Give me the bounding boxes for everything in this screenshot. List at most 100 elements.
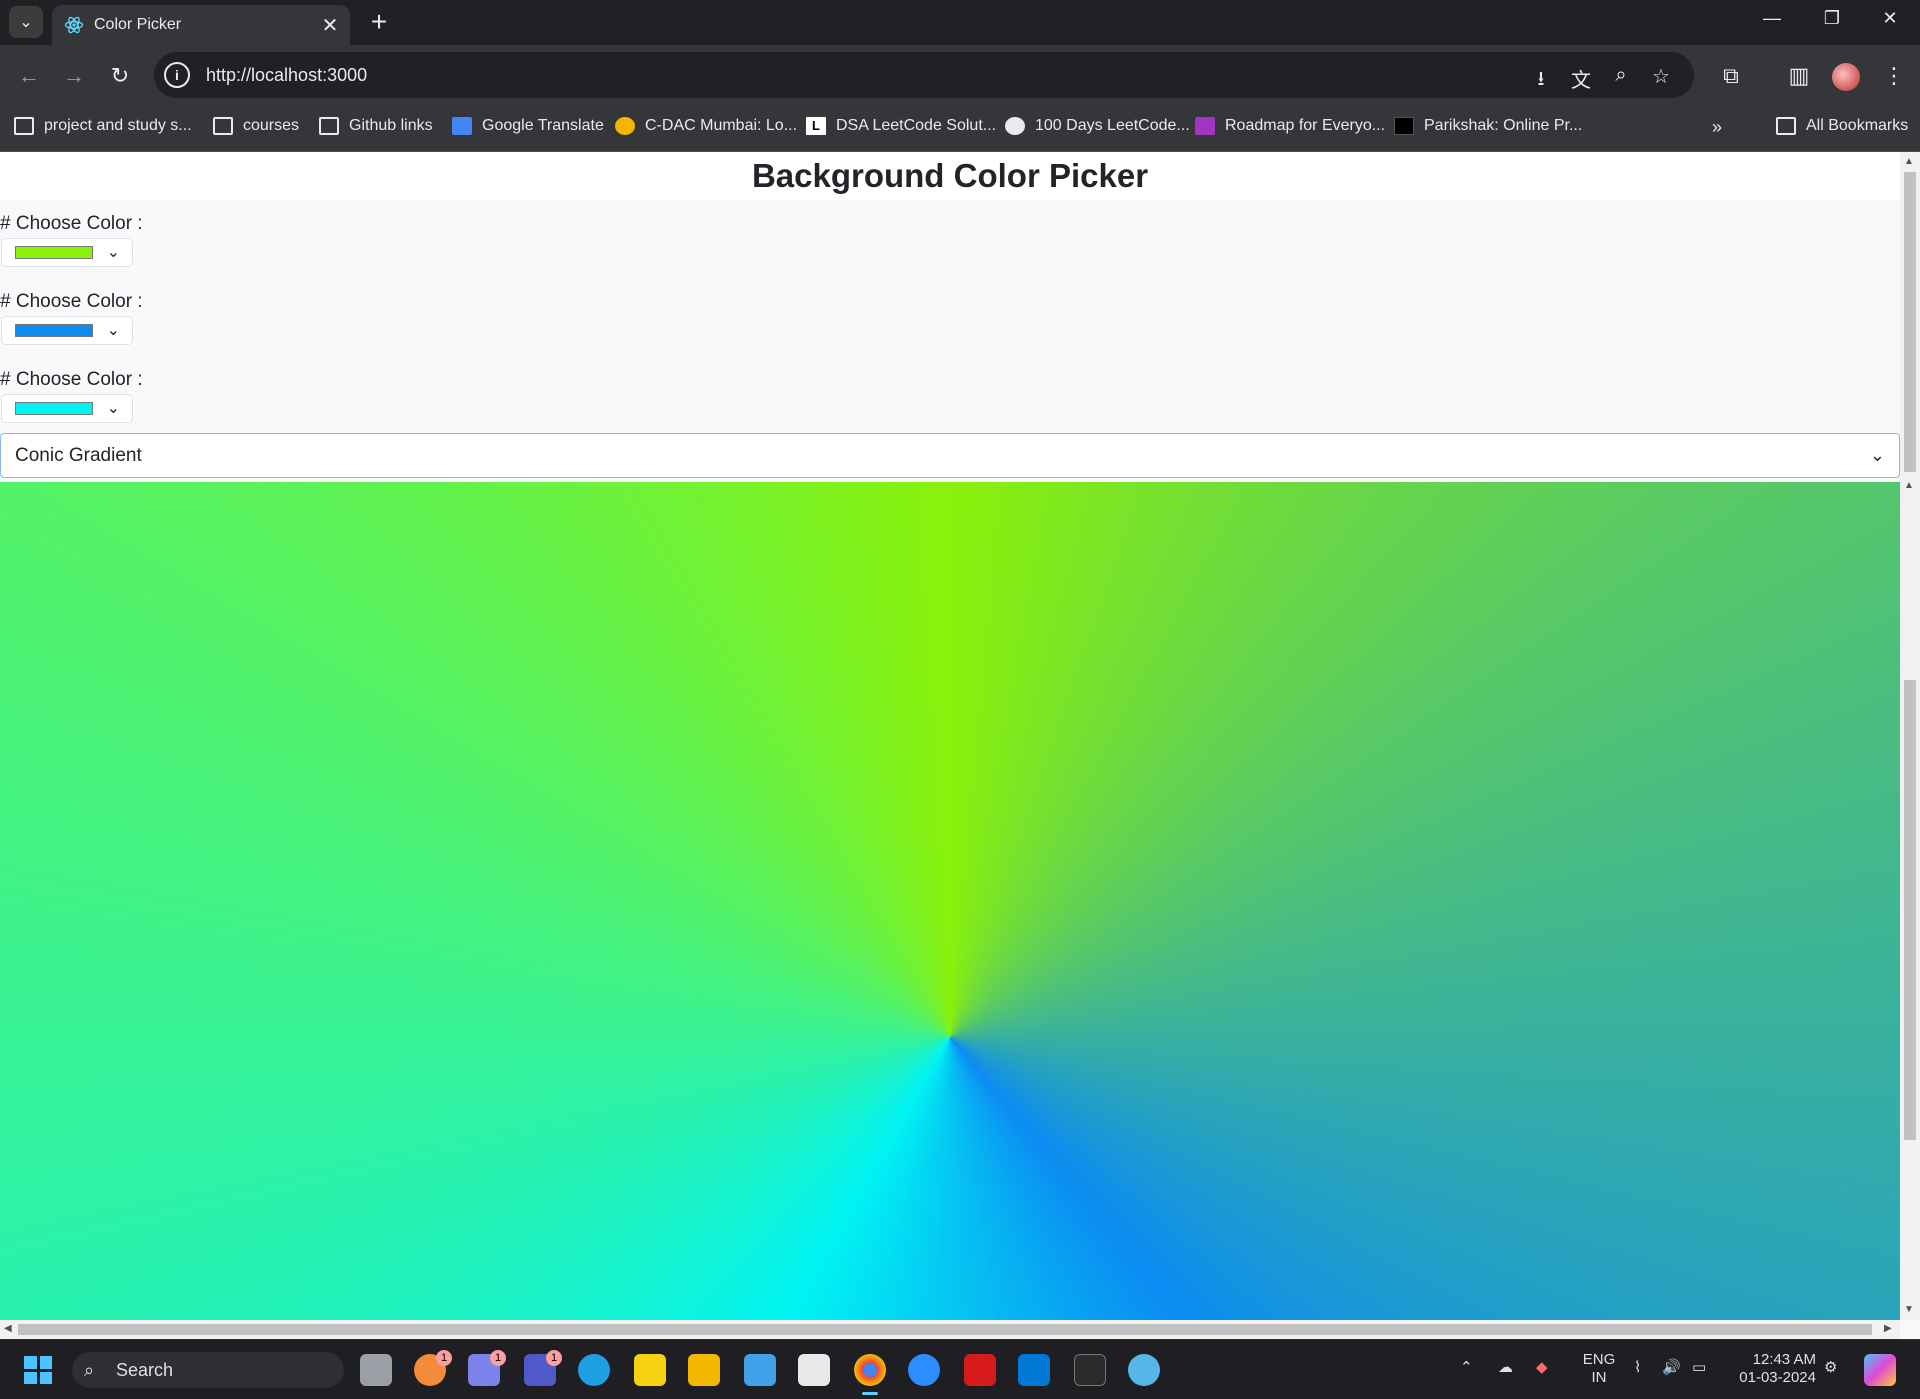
scroll-up-icon[interactable]: ▲ xyxy=(1904,156,1914,167)
install-app-icon[interactable]: ⭳ xyxy=(1526,64,1556,98)
new-tab-button[interactable]: + xyxy=(364,7,394,37)
bookmark-label: Parikshak: Online Pr... xyxy=(1424,117,1583,134)
side-panel-icon[interactable]: ▥ xyxy=(1783,63,1815,89)
volume-icon[interactable]: 🔊 xyxy=(1662,1358,1681,1376)
clock-time: 12:43 AM xyxy=(1752,1351,1816,1368)
edge-icon[interactable] xyxy=(578,1354,610,1386)
snipping-tool-icon[interactable] xyxy=(798,1354,830,1386)
back-icon[interactable]: ← xyxy=(12,59,46,93)
bookmark-google-translate[interactable]: Google Translate xyxy=(452,117,604,135)
settings-gear-icon[interactable]: ⚙ xyxy=(1824,1358,1837,1376)
scrollbar-thumb[interactable] xyxy=(18,1324,1872,1335)
folder-icon xyxy=(1776,117,1796,135)
menu-kebab-icon[interactable]: ⋮ xyxy=(1878,63,1910,89)
zoom-icon[interactable]: ⌕ xyxy=(1606,64,1636,87)
picker-label-3: # Choose Color : xyxy=(0,369,143,390)
photos-icon[interactable]: 1 xyxy=(414,1350,452,1386)
bookmark-roadmap[interactable]: Roadmap for Everyo... xyxy=(1195,117,1385,135)
terminal-icon xyxy=(1394,117,1414,135)
bookmark-label: 100 Days LeetCode... xyxy=(1035,117,1190,134)
bookmark-cdac[interactable]: C-DAC Mumbai: Lo... xyxy=(615,117,797,135)
forward-icon[interactable]: → xyxy=(57,59,91,93)
site-info-icon[interactable]: i xyxy=(164,62,190,88)
terminal-icon[interactable] xyxy=(1074,1354,1106,1386)
scroll-right-icon[interactable]: ▶ xyxy=(1884,1323,1892,1334)
task-view-icon[interactable] xyxy=(360,1354,392,1386)
folder-icon xyxy=(14,117,34,135)
bookmarks-overflow-button[interactable]: » xyxy=(1712,117,1722,138)
color-swatch-2 xyxy=(15,324,93,337)
bookmark-parikshak[interactable]: Parikshak: Online Pr... xyxy=(1394,117,1582,135)
onedrive-icon[interactable]: ☁ xyxy=(1498,1358,1513,1376)
cdac-icon xyxy=(615,117,635,135)
profile-avatar[interactable] xyxy=(1832,63,1860,91)
folder-icon xyxy=(319,117,339,135)
notification-badge: 1 xyxy=(436,1350,452,1366)
page-title: Background Color Picker xyxy=(0,152,1900,200)
tab-search-button[interactable]: ⌄ xyxy=(9,6,43,38)
bookmark-label: project and study s... xyxy=(44,117,192,134)
all-bookmarks-button[interactable]: All Bookmarks xyxy=(1776,117,1908,135)
tab-strip: ⌄ Color Picker ✕ + — ❐ ✕ xyxy=(0,0,1920,45)
copilot-icon[interactable] xyxy=(1864,1354,1896,1386)
active-tab[interactable]: Color Picker ✕ xyxy=(52,5,350,45)
color-picker-3[interactable]: ⌄ xyxy=(1,394,133,423)
picker-label-1: # Choose Color : xyxy=(0,213,143,234)
page-viewport: Background Color Picker # Choose Color :… xyxy=(0,152,1920,1339)
bookmarks-bar: project and study s... courses Github li… xyxy=(0,107,1920,152)
bookmark-dsa-leetcode[interactable]: L DSA LeetCode Solut... xyxy=(806,117,996,135)
windows-start-icon[interactable] xyxy=(24,1356,52,1384)
show-hidden-icons-icon[interactable]: ⌃ xyxy=(1460,1358,1473,1376)
teams-icon[interactable]: 1 xyxy=(524,1350,562,1386)
sticky-notes-icon[interactable] xyxy=(634,1354,666,1386)
minimize-icon[interactable]: — xyxy=(1752,8,1792,29)
bookmark-courses-folder[interactable]: courses xyxy=(213,117,299,135)
language-indicator[interactable]: ENG IN xyxy=(1578,1351,1620,1387)
translate-icon[interactable]: 文 xyxy=(1566,64,1596,93)
dropbox-icon[interactable]: ◆ xyxy=(1536,1358,1548,1376)
bookmark-label: Google Translate xyxy=(482,117,604,134)
scroll-down-icon[interactable]: ▼ xyxy=(1904,1304,1914,1315)
bookmark-project-folder[interactable]: project and study s... xyxy=(14,117,192,135)
scrollbar-thumb[interactable] xyxy=(1904,172,1916,472)
paint-icon[interactable] xyxy=(1128,1354,1160,1386)
scroll-up-icon[interactable]: ▲ xyxy=(1904,480,1914,491)
chat-icon[interactable]: 1 xyxy=(468,1350,506,1386)
bookmark-label: DSA LeetCode Solut... xyxy=(836,117,997,134)
scroll-left-icon[interactable]: ◀ xyxy=(4,1323,12,1334)
restore-icon[interactable]: ❐ xyxy=(1812,8,1852,29)
zoom-icon[interactable] xyxy=(908,1354,940,1386)
extensions-icon[interactable]: ⧉ xyxy=(1715,63,1747,89)
file-explorer-icon[interactable] xyxy=(688,1354,720,1386)
notepad-icon[interactable] xyxy=(744,1354,776,1386)
address-bar[interactable]: i http://localhost:3000 ⭳ 文 ⌕ ☆ xyxy=(154,52,1694,98)
horizontal-scrollbar[interactable]: ◀ ▶ xyxy=(0,1320,1900,1339)
taskbar-search[interactable]: ⌕ Search xyxy=(72,1352,344,1388)
chrome-icon[interactable] xyxy=(854,1354,886,1395)
acrobat-icon[interactable] xyxy=(964,1354,996,1386)
color-picker-1[interactable]: ⌄ xyxy=(1,238,133,267)
clock[interactable]: 12:43 AM 01-03-2024 xyxy=(1730,1351,1816,1387)
roadmap-icon xyxy=(1195,117,1215,135)
close-window-icon[interactable]: ✕ xyxy=(1870,8,1910,29)
clock-date: 01-03-2024 xyxy=(1739,1369,1816,1386)
bookmark-star-icon[interactable]: ☆ xyxy=(1646,64,1676,89)
color-picker-2[interactable]: ⌄ xyxy=(1,316,133,345)
folder-icon xyxy=(213,117,233,135)
bookmark-github-folder[interactable]: Github links xyxy=(319,117,433,135)
close-tab-icon[interactable]: ✕ xyxy=(316,13,344,38)
vertical-scrollbar[interactable]: ▲ ▲ ▼ xyxy=(1900,152,1920,1320)
wifi-icon[interactable]: ⌇ xyxy=(1634,1358,1641,1376)
google-translate-icon xyxy=(452,117,472,135)
chevron-down-icon: ⌄ xyxy=(106,322,120,339)
bookmark-100-days[interactable]: 100 Days LeetCode... xyxy=(1005,117,1190,135)
scrollbar-thumb[interactable] xyxy=(1904,680,1916,1140)
chevron-down-icon: ⌄ xyxy=(19,14,33,31)
reload-icon[interactable]: ↻ xyxy=(103,59,137,93)
notification-badge: 1 xyxy=(490,1350,506,1366)
battery-icon[interactable]: ▭ xyxy=(1692,1358,1706,1376)
vscode-icon[interactable] xyxy=(1018,1354,1050,1386)
gradient-type-select[interactable]: Conic Gradient ⌄ xyxy=(0,433,1900,478)
notification-badge: 1 xyxy=(546,1350,562,1366)
url-text[interactable]: http://localhost:3000 xyxy=(206,65,367,86)
